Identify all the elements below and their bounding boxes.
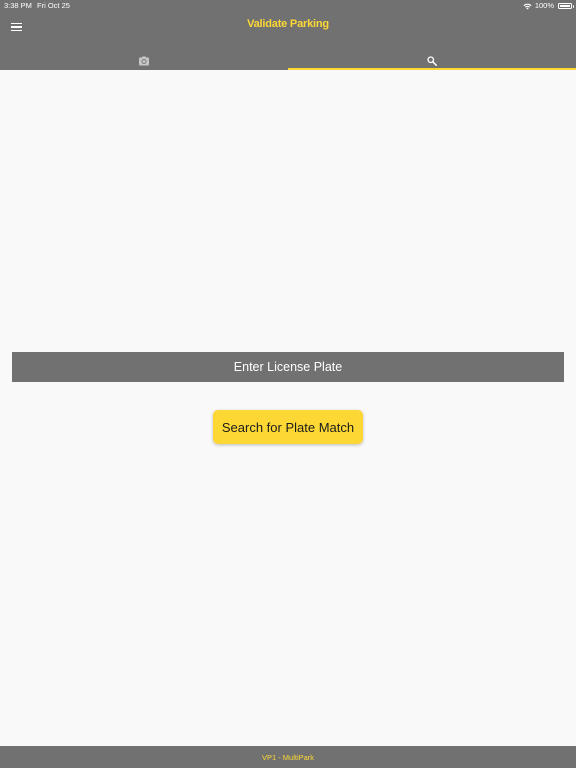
license-plate-input[interactable] — [12, 352, 564, 382]
tab-bar — [0, 52, 576, 70]
wifi-icon — [523, 3, 532, 9]
footer-label: VP1 - MultiPark — [261, 752, 315, 762]
tab-selected-indicator — [288, 68, 576, 70]
status-bar: 3:38 PM Fri Oct 25 100% — [0, 0, 576, 12]
camera-icon — [139, 56, 149, 66]
battery-icon — [558, 3, 574, 9]
tab-camera[interactable] — [0, 52, 288, 70]
search-plate-match-button[interactable]: Search for Plate Match — [213, 410, 363, 444]
app-screen: 3:38 PM Fri Oct 25 100% Validate Parking… — [0, 0, 576, 768]
battery-percentage: 100% — [534, 1, 554, 10]
status-time: 3:38 PM — [4, 1, 32, 10]
page-title: Validate Parking — [247, 18, 329, 30]
status-date: Fri Oct 25 — [37, 1, 70, 10]
status-indicators: 100% — [523, 0, 574, 12]
footer-bar: VP1 - MultiPark — [0, 746, 576, 768]
top-app-bar: 3:38 PM Fri Oct 25 100% Validate Parking — [0, 0, 576, 70]
battery-terminal — [572, 5, 574, 8]
battery-level — [560, 5, 570, 7]
tab-search[interactable] — [288, 52, 576, 70]
search-icon — [427, 56, 437, 66]
